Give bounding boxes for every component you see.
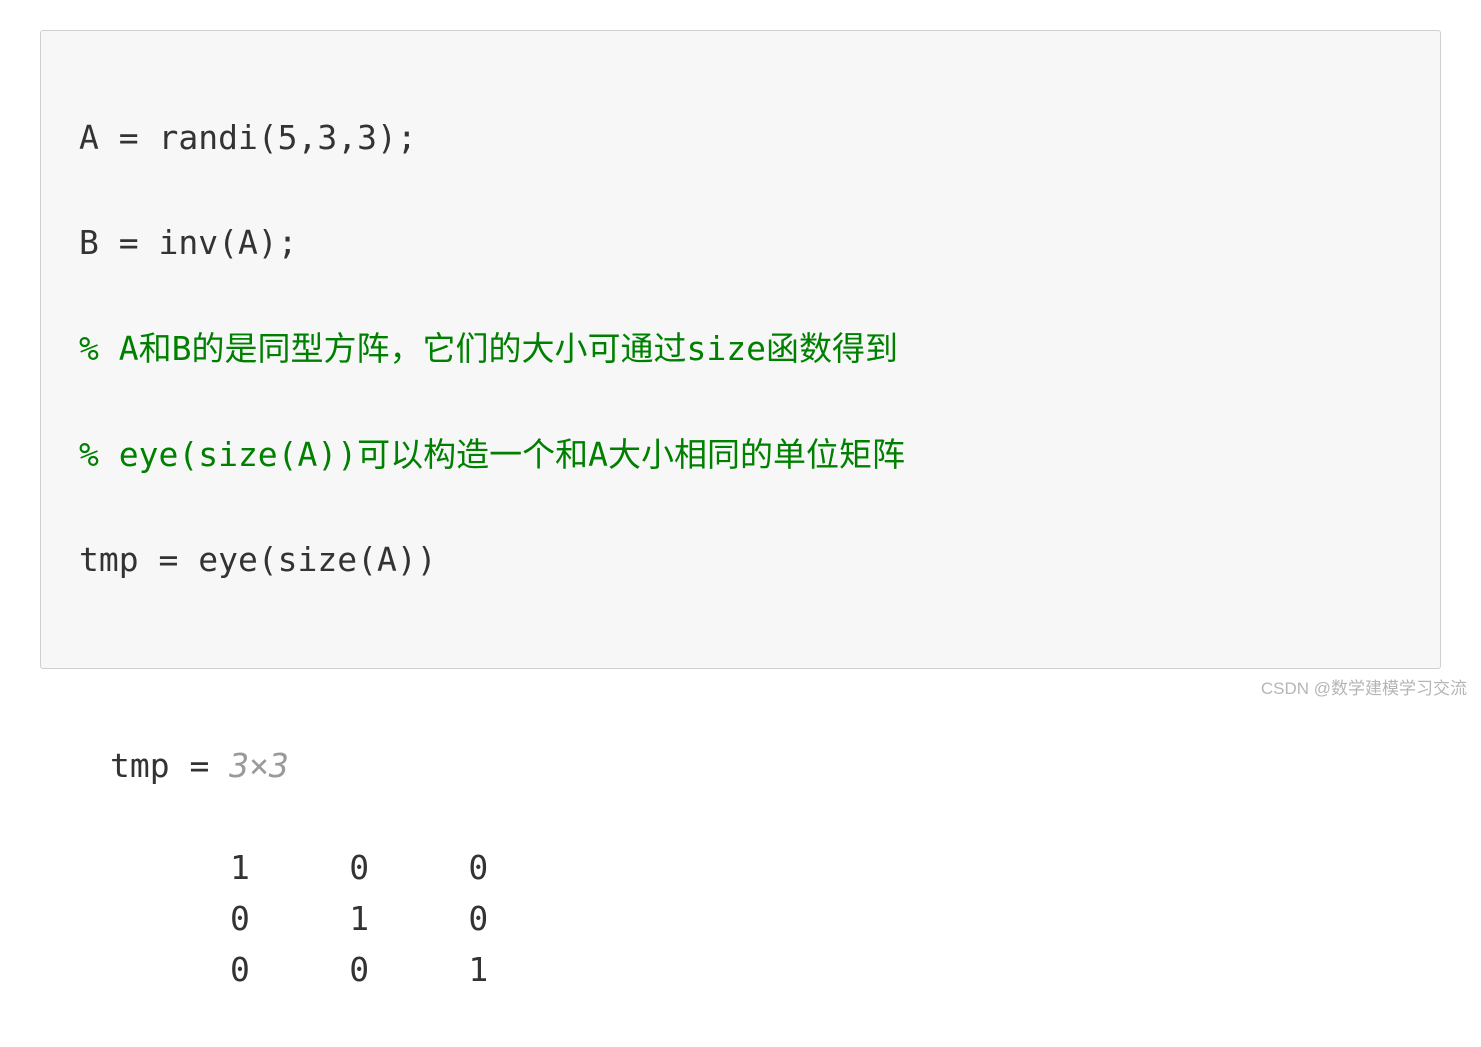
code-line-1: A = randi(5,3,3); — [79, 112, 1402, 165]
code-comment-1: % A和B的是同型方阵，它们的大小可通过size函数得到 — [79, 323, 1402, 376]
code-line-2: B = inv(A); — [79, 217, 1402, 270]
matrix-row-3: 0 0 1 — [230, 950, 488, 989]
output-dimensions: 3×3 — [229, 746, 289, 785]
matrix-row-2: 0 1 0 — [230, 899, 488, 938]
output-header: tmp = 3×3 — [110, 746, 289, 785]
code-block: A = randi(5,3,3); B = inv(A); % A和B的是同型方… — [40, 30, 1441, 669]
watermark-text: CSDN @数学建模学习交流 — [1261, 674, 1467, 699]
code-comment-2: % eye(size(A))可以构造一个和A大小相同的单位矩阵 — [79, 429, 1402, 482]
output-var-label: tmp = — [110, 746, 229, 785]
output-matrix: 1 0 0 0 1 0 0 0 1 — [230, 791, 1441, 996]
code-line-5: tmp = eye(size(A)) — [79, 534, 1402, 587]
output-block: tmp = 3×3 1 0 0 0 1 0 0 0 1 — [110, 689, 1441, 1047]
matrix-row-1: 1 0 0 — [230, 848, 488, 887]
